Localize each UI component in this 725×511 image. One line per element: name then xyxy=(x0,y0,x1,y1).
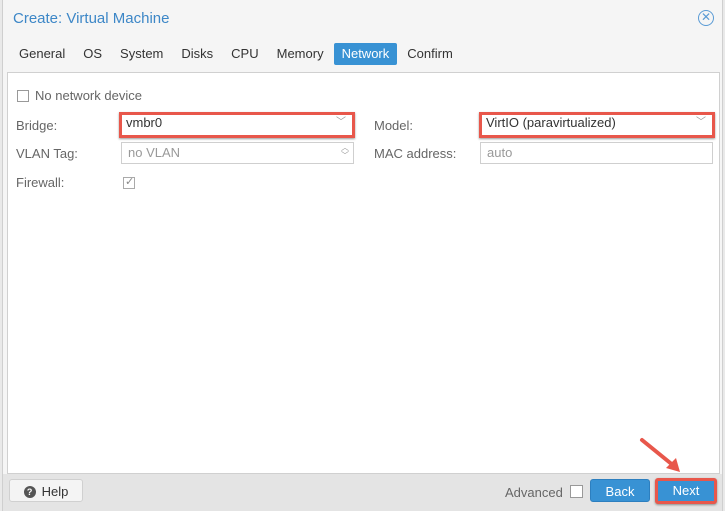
tab-system[interactable]: System xyxy=(112,43,171,65)
question-circle-icon: ? xyxy=(23,485,36,498)
firewall-label: Firewall: xyxy=(16,175,65,190)
vlan-tag-placeholder: no VLAN xyxy=(128,145,181,160)
back-button[interactable]: Back xyxy=(590,479,650,502)
vlan-tag-label: VLAN Tag: xyxy=(16,146,78,161)
model-select[interactable]: VirtIO (paravirtualized) ﹀ xyxy=(479,112,715,138)
bridge-select[interactable]: vmbr0 ﹀ xyxy=(119,112,355,138)
tab-network[interactable]: Network xyxy=(333,43,398,65)
help-button[interactable]: ? Help xyxy=(9,479,83,502)
chevron-down-icon: ﹀ xyxy=(696,117,706,128)
tab-confirm[interactable]: Confirm xyxy=(399,43,461,65)
dialog-footer: ? Help Advanced Back Next xyxy=(3,474,722,511)
close-icon[interactable]: ✕ xyxy=(698,10,714,26)
vlan-tag-input[interactable]: no VLAN ︿ ﹀ xyxy=(121,142,354,164)
network-panel: No network device Bridge: vmbr0 ﹀ VLAN T… xyxy=(7,72,720,474)
mac-address-label: MAC address: xyxy=(374,146,457,161)
tab-general[interactable]: General xyxy=(11,43,73,65)
bridge-value: vmbr0 xyxy=(126,115,163,130)
advanced-checkbox[interactable] xyxy=(570,485,583,498)
tab-os[interactable]: OS xyxy=(75,43,110,65)
create-vm-dialog: Create: Virtual Machine ✕ General OS Sys… xyxy=(2,0,723,511)
mac-address-input[interactable]: auto xyxy=(480,142,713,164)
chevron-down-icon: ﹀ xyxy=(336,117,346,128)
model-label: Model: xyxy=(374,118,414,133)
no-network-device-label: No network device xyxy=(35,88,142,103)
bridge-label: Bridge: xyxy=(16,118,58,133)
wizard-tabs: General OS System Disks CPU Memory Netwo… xyxy=(11,43,463,65)
annotation-arrow-icon xyxy=(640,438,680,472)
tab-memory[interactable]: Memory xyxy=(269,43,332,65)
mac-address-placeholder: auto xyxy=(487,145,513,160)
advanced-label: Advanced xyxy=(505,485,563,500)
tab-disks[interactable]: Disks xyxy=(173,43,221,65)
help-label: Help xyxy=(41,484,69,499)
next-button[interactable]: Next xyxy=(655,478,717,504)
model-value: VirtIO (paravirtualized) xyxy=(486,115,616,130)
dialog-title: Create: Virtual Machine xyxy=(13,10,170,27)
checkmark-icon: ✓ xyxy=(125,176,135,188)
firewall-checkbox[interactable]: ✓ xyxy=(123,176,135,189)
tab-cpu[interactable]: CPU xyxy=(223,43,266,65)
no-network-device-checkbox[interactable] xyxy=(17,90,29,102)
spinner-icon[interactable]: ︿ ﹀ xyxy=(341,144,349,160)
